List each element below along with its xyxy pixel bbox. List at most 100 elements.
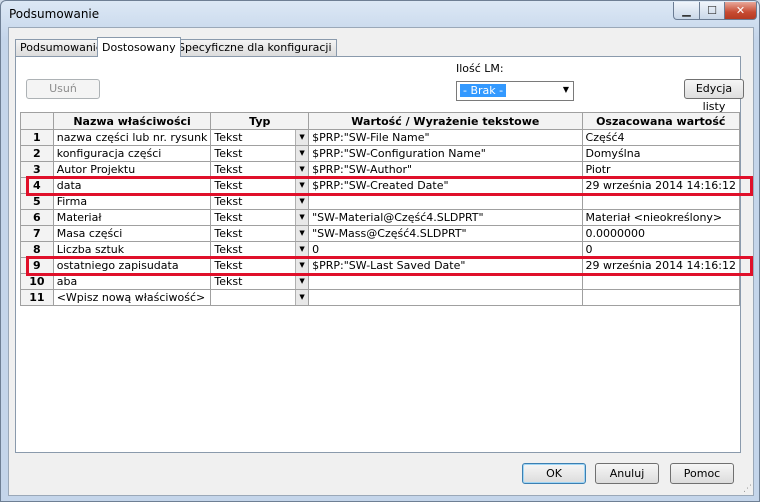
property-name-cell[interactable]: konfiguracja części (52, 145, 212, 162)
table-row[interactable]: 6 Materiał Tekst ▼ "SW-Material@Część4.SLDPR… (20, 209, 741, 226)
property-value-cell[interactable]: $PRP:"SW-Created Date" (308, 177, 583, 194)
evaluated-value-cell: Część4 (581, 129, 741, 146)
property-value-cell-text: "SW-Mass@Część4.SLDPRT" (312, 227, 467, 240)
table-row[interactable]: 8 Liczba sztuk Tekst ▼ 0 0 (20, 241, 741, 258)
row-number-text: 3 (33, 163, 41, 176)
row-number-text: 1 (33, 131, 41, 144)
row-number-text: 10 (29, 275, 45, 288)
table-row[interactable]: 11 <Wpisz nową właściwość> ▼ (20, 289, 741, 306)
property-name-cell[interactable]: Materiał (52, 209, 212, 226)
table-row[interactable]: 5 Firma Tekst ▼ (20, 193, 741, 210)
help-button[interactable]: Pomoc (670, 463, 734, 484)
property-value-cell[interactable] (308, 193, 583, 210)
table-row[interactable]: 4 data Tekst ▼ $PRP:"SW-Created Date" 29 wrze… (20, 177, 741, 194)
property-type-cell[interactable]: Tekst ▼ (210, 145, 310, 162)
row-number: 6 (20, 209, 54, 226)
dialog-window: Podsumowanie ▁ ☐ ✕ Podsumowanie Dostosow… (0, 0, 760, 502)
property-value-cell[interactable]: "SW-Material@Część4.SLDPRT" (308, 209, 583, 226)
evaluated-value-cell: Domyślna (581, 145, 741, 162)
property-name-cell[interactable]: <Wpisz nową właściwość> (52, 289, 212, 306)
type-dropdown-icon[interactable]: ▼ (295, 210, 308, 225)
row-number: 10 (20, 273, 54, 290)
evaluated-value-cell-text: Domyślna (585, 147, 641, 160)
type-dropdown-icon[interactable]: ▼ (295, 130, 308, 145)
property-name-cell-text: konfiguracja części (56, 147, 162, 160)
property-value-cell[interactable]: $PRP:"SW-Last Saved Date" (308, 257, 583, 274)
property-name-cell[interactable]: ostatniego zapisudata (52, 257, 212, 274)
edit-list-button[interactable]: Edycja listy (684, 79, 744, 113)
evaluated-value-cell-text: Materiał <nieokreślony> (585, 211, 723, 224)
property-value-cell[interactable] (308, 289, 583, 306)
property-type-cell[interactable]: Tekst ▼ (210, 257, 310, 274)
property-type-cell-text: Tekst (214, 147, 243, 160)
type-dropdown-icon[interactable]: ▼ (295, 274, 308, 289)
property-value-cell[interactable]: $PRP:"SW-File Name" (308, 129, 583, 146)
property-value-cell[interactable]: "SW-Mass@Część4.SLDPRT" (308, 225, 583, 242)
property-name-cell[interactable]: aba (52, 273, 212, 290)
header-corner (20, 112, 54, 130)
evaluated-value-cell-text: 0.0000000 (585, 227, 646, 240)
type-dropdown-icon[interactable]: ▼ (295, 242, 308, 257)
lm-select[interactable]: - Brak - ▼ (456, 81, 574, 101)
type-dropdown-icon[interactable]: ▼ (295, 226, 308, 241)
property-type-cell[interactable]: ▼ (210, 289, 310, 306)
property-name-cell[interactable]: Masa części (52, 225, 212, 242)
property-value-cell-text: $PRP:"SW-Author" (312, 163, 413, 176)
properties-table: Nazwa właściwości Typ Wartość / Wyrażeni… (20, 112, 741, 306)
property-type-cell[interactable]: Tekst ▼ (210, 241, 310, 258)
cancel-button[interactable]: Anuluj (595, 463, 659, 484)
type-dropdown-icon[interactable]: ▼ (295, 162, 308, 177)
evaluated-value-cell: 0.0000000 (581, 225, 741, 242)
resize-grip-icon[interactable]: ⋰ (743, 484, 752, 494)
type-dropdown-icon[interactable]: ▼ (295, 258, 308, 273)
ok-button[interactable]: OK (522, 463, 586, 484)
table-row[interactable]: 3 Autor Projektu Tekst ▼ $PRP:"SW-Author" Pio… (20, 161, 741, 178)
lm-label: Ilość LM: (456, 62, 504, 75)
table-row[interactable]: 1 nazwa części lub nr. rysunk Tekst ▼ $PRP:"… (20, 129, 741, 146)
type-dropdown-icon[interactable]: ▼ (295, 178, 308, 193)
tab-specyficzne[interactable]: Specyficzne dla konfiguracji (173, 39, 337, 56)
close-button[interactable]: ✕ (724, 2, 757, 20)
property-type-cell[interactable]: Tekst ▼ (210, 177, 310, 194)
property-type-cell[interactable]: Tekst ▼ (210, 193, 310, 210)
property-type-cell[interactable]: Tekst ▼ (210, 273, 310, 290)
type-dropdown-icon[interactable]: ▼ (295, 290, 308, 305)
evaluated-value-cell (581, 289, 741, 306)
tab-dostosowany[interactable]: Dostosowany (97, 37, 181, 57)
maximize-button[interactable]: ☐ (699, 2, 725, 20)
property-name-cell-text: data (56, 179, 82, 192)
property-type-cell[interactable]: Tekst ▼ (210, 161, 310, 178)
property-name-cell[interactable]: nazwa części lub nr. rysunk (52, 129, 212, 146)
row-number-text: 8 (33, 243, 41, 256)
row-number: 2 (20, 145, 54, 162)
property-type-cell[interactable]: Tekst ▼ (210, 209, 310, 226)
tab-panel: Usuń Ilość LM: - Brak - ▼ Edycja listy N… (15, 56, 753, 453)
tab-podsumowanie[interactable]: Podsumowanie (15, 39, 108, 56)
property-value-cell[interactable] (308, 273, 583, 290)
header-name: Nazwa właściwości (52, 112, 212, 130)
close-icon: ✕ (735, 4, 746, 17)
table-row[interactable]: 2 konfiguracja części Tekst ▼ $PRP:"SW-Confi… (20, 145, 741, 162)
property-type-cell-text: Tekst (214, 163, 243, 176)
property-value-cell[interactable]: $PRP:"SW-Author" (308, 161, 583, 178)
type-dropdown-icon[interactable]: ▼ (295, 194, 308, 209)
minimize-button[interactable]: ▁ (673, 2, 700, 20)
property-value-cell-text: 0 (312, 243, 320, 256)
property-name-cell[interactable]: Liczba sztuk (52, 241, 212, 258)
header-type: Typ (210, 112, 310, 130)
property-type-cell[interactable]: Tekst ▼ (210, 225, 310, 242)
property-value-cell[interactable]: 0 (308, 241, 583, 258)
table-row[interactable]: 7 Masa części Tekst ▼ "SW-Mass@Część4.SLDPRT… (20, 225, 741, 242)
title-bar[interactable]: Podsumowanie ▁ ☐ ✕ (1, 1, 759, 27)
remove-button[interactable]: Usuń (26, 79, 100, 99)
table-row[interactable]: 9 ostatniego zapisudata Tekst ▼ $PRP:"SW-Las… (20, 257, 741, 274)
property-value-cell[interactable]: $PRP:"SW-Configuration Name" (308, 145, 583, 162)
property-name-cell[interactable]: Autor Projektu (52, 161, 212, 178)
property-name-cell[interactable]: data (52, 177, 212, 194)
property-name-cell[interactable]: Firma (52, 193, 212, 210)
property-type-cell[interactable]: Tekst ▼ (210, 129, 310, 146)
property-name-cell-text: Liczba sztuk (56, 243, 125, 256)
type-dropdown-icon[interactable]: ▼ (295, 146, 308, 161)
row-number-text: 11 (29, 291, 45, 304)
table-row[interactable]: 10 aba Tekst ▼ (20, 273, 741, 290)
